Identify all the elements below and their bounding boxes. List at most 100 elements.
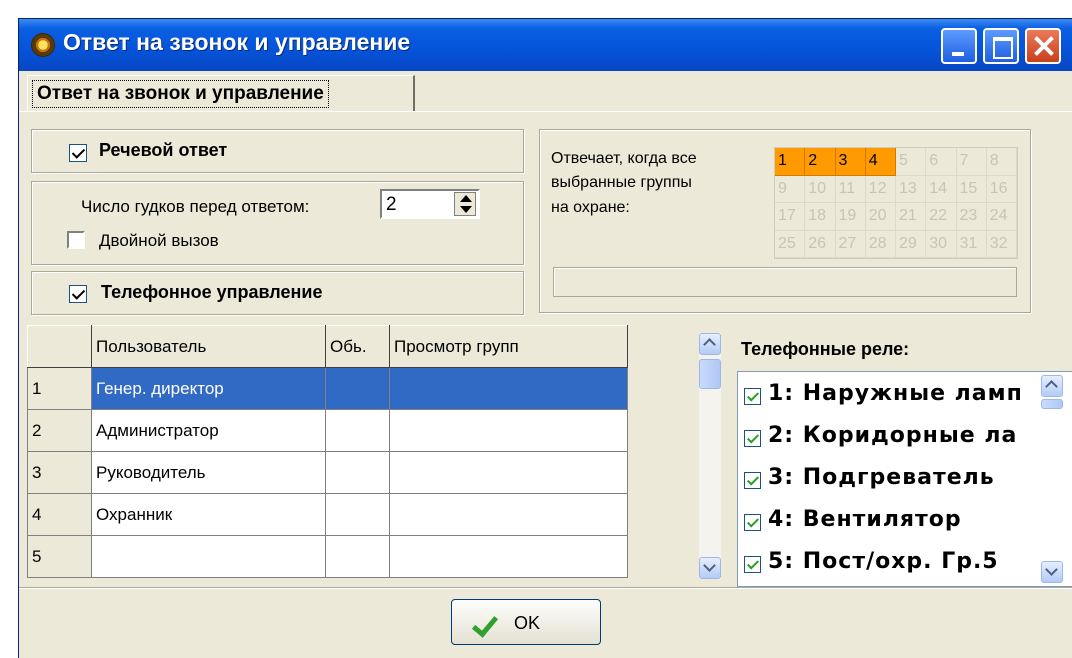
checkmark-icon (471, 610, 499, 638)
scroll-thumb[interactable] (1041, 399, 1063, 409)
group-cell[interactable]: 9 (775, 175, 806, 203)
voice-answer-checkbox[interactable] (69, 144, 87, 162)
tab-call-answer[interactable]: Ответ на звонок и управление (27, 75, 415, 111)
group-cell[interactable]: 4 (865, 148, 896, 176)
phone-control-checkbox[interactable] (69, 285, 87, 303)
groups-status-field (553, 267, 1017, 297)
group-cell[interactable]: 16 (986, 175, 1017, 203)
group-cell[interactable]: 31 (956, 230, 987, 258)
group-cell[interactable]: 26 (805, 230, 836, 258)
relay-checkbox[interactable] (744, 556, 761, 573)
group-cell[interactable]: 3 (835, 148, 866, 176)
relays-title: Телефонные реле: (741, 339, 910, 359)
table-row[interactable]: 5 (27, 535, 628, 578)
obj-cell[interactable] (325, 535, 390, 578)
user-cell[interactable] (91, 535, 326, 578)
group-cell[interactable]: 29 (896, 230, 927, 258)
minimize-button[interactable] (941, 28, 977, 64)
double-call-checkbox[interactable] (67, 231, 85, 249)
relays-list[interactable]: 1: Наружные ламп 2: Коридорные ла 3: Под… (737, 371, 1072, 587)
rings-value[interactable]: 2 (386, 194, 397, 216)
group-cell[interactable]: 1 (775, 148, 806, 176)
relay-checkbox[interactable] (744, 514, 761, 531)
user-cell[interactable]: Администратор (91, 409, 326, 452)
relay-label: 4: Вентилятор (768, 507, 962, 532)
groups-label-line3: на охране: (551, 199, 630, 216)
group-cell[interactable]: 2 (805, 148, 836, 176)
group-cell[interactable]: 7 (956, 148, 987, 176)
row-number: 1 (27, 367, 92, 410)
relay-checkbox[interactable] (744, 430, 761, 447)
groups-label-line2: выбранные группы (551, 174, 692, 191)
group-cell[interactable]: 15 (956, 175, 987, 203)
rings-spinner[interactable]: 2 (380, 189, 480, 219)
title-bar[interactable]: Ответ на звонок и управление (19, 19, 1072, 71)
relay-checkbox[interactable] (744, 388, 761, 405)
group-cell[interactable]: 11 (835, 175, 866, 203)
scroll-down-icon[interactable] (1041, 561, 1063, 583)
scroll-up-icon[interactable] (699, 333, 721, 355)
spinner-arrows-icon[interactable] (454, 192, 476, 216)
group-cell[interactable]: 22 (926, 203, 957, 231)
dialog-window: Ответ на звонок и управление Ответ на зв… (18, 18, 1072, 658)
group-cell[interactable]: 10 (805, 175, 836, 203)
groups-cell[interactable] (389, 493, 628, 536)
scroll-down-icon[interactable] (699, 557, 721, 579)
groups-cell[interactable] (389, 535, 628, 578)
table-header-row: Пользователь Обь. Просмотр групп (27, 325, 628, 368)
table-row[interactable]: 4 Охранник (27, 493, 628, 536)
users-scrollbar[interactable] (699, 333, 721, 579)
obj-cell[interactable] (325, 409, 390, 452)
scroll-thumb[interactable] (699, 359, 721, 389)
table-row[interactable]: 2 Администратор (27, 409, 628, 452)
group-cell[interactable]: 12 (865, 175, 896, 203)
user-cell[interactable]: Генер. директор (91, 367, 326, 410)
group-cell[interactable]: 30 (926, 230, 957, 258)
group-cell[interactable]: 20 (865, 203, 896, 231)
group-cell[interactable]: 25 (775, 230, 806, 258)
group-cell[interactable]: 17 (775, 203, 806, 231)
users-table[interactable]: Пользователь Обь. Просмотр групп 1 Генер… (27, 325, 720, 579)
group-cell[interactable]: 27 (835, 230, 866, 258)
group-cell[interactable]: 13 (896, 175, 927, 203)
group-cell[interactable]: 18 (805, 203, 836, 231)
row-number: 3 (27, 451, 92, 494)
obj-cell[interactable] (325, 451, 390, 494)
voice-answer-label: Речевой ответ (99, 140, 228, 160)
relay-checkbox[interactable] (744, 472, 761, 489)
group-cell[interactable]: 14 (926, 175, 957, 203)
group-cell[interactable]: 19 (835, 203, 866, 231)
col-header-obj[interactable]: Обь. (325, 325, 390, 368)
group-cell[interactable]: 21 (896, 203, 927, 231)
group-cell[interactable]: 5 (896, 148, 927, 176)
user-cell[interactable]: Охранник (91, 493, 326, 536)
groups-cell[interactable] (389, 451, 628, 494)
ok-button[interactable]: OK (451, 599, 601, 645)
groups-cell[interactable] (389, 409, 628, 452)
window-title: Ответ на звонок и управление (63, 29, 411, 55)
col-header-user[interactable]: Пользователь (91, 325, 326, 368)
col-header-groups[interactable]: Просмотр групп (389, 325, 628, 368)
table-row[interactable]: 3 Руководитель (27, 451, 628, 494)
group-cell[interactable]: 6 (926, 148, 957, 176)
scroll-up-icon[interactable] (1041, 375, 1063, 397)
group-cell[interactable]: 23 (956, 203, 987, 231)
table-row[interactable]: 1 Генер. директор (27, 367, 628, 410)
relay-label: 1: Наружные ламп (768, 381, 1023, 406)
tab-divider (19, 111, 1072, 112)
group-cell[interactable]: 32 (986, 230, 1017, 258)
tab-label: Ответ на звонок и управление (32, 80, 329, 108)
groups-cell[interactable] (389, 367, 628, 410)
obj-cell[interactable] (325, 493, 390, 536)
partition-grid[interactable]: 1 2 3 4 5 6 7 8 9 10 11 12 13 14 15 16 17 18 19 20 21 22 23 24 2… (774, 147, 1018, 259)
maximize-button[interactable] (983, 28, 1019, 64)
group-cell[interactable]: 8 (986, 148, 1017, 176)
obj-cell[interactable] (325, 367, 390, 410)
group-cell[interactable]: 24 (986, 203, 1017, 231)
user-cell[interactable]: Руководитель (91, 451, 326, 494)
group-cell[interactable]: 28 (865, 230, 896, 258)
groups-label-line1: Отвечает, когда все (551, 150, 697, 167)
relays-scrollbar[interactable] (1041, 375, 1063, 583)
close-button[interactable] (1025, 28, 1061, 64)
users-grid[interactable]: Пользователь Обь. Просмотр групп 1 Генер… (27, 325, 628, 578)
